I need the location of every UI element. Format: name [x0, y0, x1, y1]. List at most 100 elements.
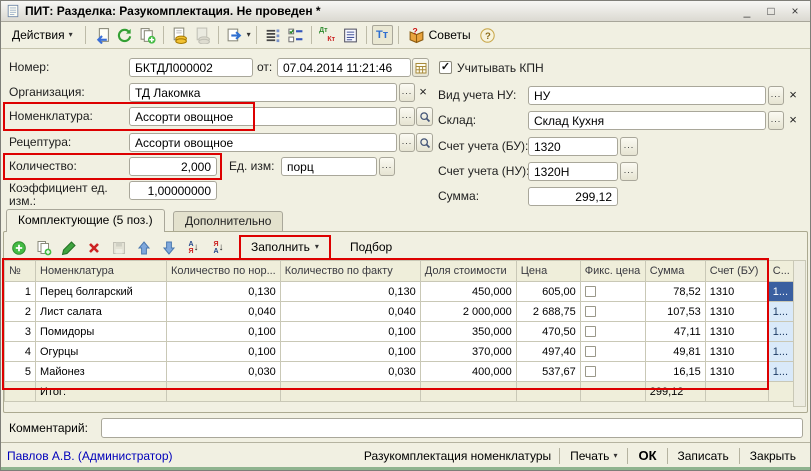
recipe-input[interactable]: Ассорти овощное — [129, 133, 397, 152]
column-header[interactable]: Цена — [516, 261, 580, 282]
cell-qty-norm[interactable]: 0,100 — [167, 322, 281, 342]
cell-account-bu[interactable]: 1310 — [705, 342, 768, 362]
close-button[interactable]: × — [785, 3, 805, 19]
move-up-icon[interactable] — [133, 238, 154, 258]
fixed-price-checkbox[interactable] — [585, 346, 596, 357]
fixed-price-checkbox[interactable] — [585, 366, 596, 377]
column-header[interactable]: Количество по нор... — [167, 261, 281, 282]
table-scrollbar[interactable] — [793, 260, 806, 407]
column-header[interactable]: Фикс. цена — [580, 261, 645, 282]
cell-account-nu[interactable]: 1... — [768, 342, 794, 362]
nu-kind-clear-icon[interactable]: × — [786, 86, 800, 105]
column-header[interactable]: № — [5, 261, 36, 282]
cell-sum[interactable]: 78,52 — [645, 282, 705, 302]
list-settings-icon[interactable] — [262, 25, 283, 45]
current-user-link[interactable]: Павлов А.В. (Администратор) — [7, 449, 173, 463]
cell-qty-fact[interactable]: 0,030 — [280, 362, 420, 382]
date-input[interactable]: 07.04.2014 11:21:46 — [277, 58, 411, 77]
fixed-price-checkbox[interactable] — [585, 286, 596, 297]
column-header[interactable]: Сумма — [645, 261, 705, 282]
cell-account-bu[interactable]: 1310 — [705, 362, 768, 382]
nu-kind-input[interactable]: НУ — [528, 86, 766, 105]
sort-asc-icon[interactable]: АЯ ↓ — [183, 238, 204, 258]
account-nu-input[interactable]: 1320Н — [528, 162, 618, 181]
ok-button[interactable]: ОК — [630, 445, 664, 466]
cell-num[interactable]: 4 — [5, 342, 36, 362]
pick-button[interactable]: Подбор — [341, 238, 401, 257]
cell-account-nu[interactable]: 1... — [768, 302, 794, 322]
column-header[interactable]: С... — [768, 261, 794, 282]
cell-account-nu[interactable]: 1... — [768, 282, 794, 302]
nomenclature-input[interactable]: Ассорти овощное — [129, 107, 397, 126]
post-document-icon[interactable] — [169, 25, 190, 45]
cell-sum[interactable]: 47,11 — [645, 322, 705, 342]
cell-price[interactable]: 537,67 — [516, 362, 580, 382]
cell-price[interactable]: 497,40 — [516, 342, 580, 362]
maximize-button[interactable]: □ — [761, 3, 781, 19]
quantity-input[interactable]: 2,000 — [129, 157, 217, 176]
coefficient-input[interactable]: 1,00000000 — [129, 181, 217, 200]
add-row-icon[interactable] — [8, 238, 29, 258]
fixed-price-checkbox[interactable] — [585, 306, 596, 317]
cell-qty-norm[interactable]: 0,100 — [167, 342, 281, 362]
table-row[interactable]: 4 Огурцы 0,100 0,100 370,000 497,40 49,8… — [5, 342, 795, 362]
column-header[interactable]: Счет (БУ) — [705, 261, 768, 282]
calendar-button[interactable] — [412, 58, 429, 77]
cell-account-nu[interactable]: 1... — [768, 322, 794, 342]
cell-share[interactable]: 450,000 — [420, 282, 516, 302]
warehouse-input[interactable]: Склад Кухня — [528, 111, 766, 130]
nomenclature-select-button[interactable]: ... — [399, 107, 415, 126]
cell-num[interactable]: 3 — [5, 322, 36, 342]
advice-button[interactable]: ? Советы — [404, 27, 475, 44]
minimize-button[interactable]: _ — [737, 3, 757, 19]
cell-qty-fact[interactable]: 0,100 — [280, 322, 420, 342]
organization-clear-icon[interactable]: × — [416, 83, 430, 102]
reread-icon[interactable] — [91, 25, 112, 45]
recipe-open-button[interactable] — [416, 133, 433, 152]
cell-share[interactable]: 400,000 — [420, 362, 516, 382]
refresh-icon[interactable] — [114, 25, 135, 45]
cell-price[interactable]: 605,00 — [516, 282, 580, 302]
fill-button[interactable]: Заполнить ▾ — [242, 238, 328, 257]
unit-input[interactable]: порц — [281, 157, 377, 176]
text-highlight-toggle-icon[interactable]: Тт — [372, 25, 393, 45]
actions-menu-button[interactable]: Действия ▾ — [5, 25, 80, 45]
cell-sum[interactable]: 16,15 — [645, 362, 705, 382]
cell-name[interactable]: Перец болгарский — [36, 282, 167, 302]
cell-qty-fact[interactable]: 0,130 — [280, 282, 420, 302]
copy-document-icon[interactable] — [137, 25, 158, 45]
cell-sum[interactable]: 107,53 — [645, 302, 705, 322]
cell-qty-fact[interactable]: 0,040 — [280, 302, 420, 322]
nu-kind-select-button[interactable]: ... — [768, 86, 784, 105]
cell-num[interactable]: 2 — [5, 302, 36, 322]
organization-select-button[interactable]: ... — [399, 83, 415, 102]
column-header[interactable]: Количество по факту — [280, 261, 420, 282]
print-button[interactable]: Печать ▾ — [562, 446, 625, 466]
delete-row-icon[interactable] — [83, 238, 104, 258]
save-button[interactable]: Записать — [670, 446, 737, 466]
unit-select-button[interactable]: ... — [379, 157, 395, 176]
recipe-select-button[interactable]: ... — [399, 133, 415, 152]
account-bu-select-button[interactable]: ... — [620, 137, 638, 156]
column-header[interactable]: Номенклатура — [36, 261, 167, 282]
cell-price[interactable]: 470,50 — [516, 322, 580, 342]
table-row[interactable]: 1 Перец болгарский 0,130 0,130 450,000 6… — [5, 282, 795, 302]
cell-qty-fact[interactable]: 0,100 — [280, 342, 420, 362]
table-row[interactable]: 2 Лист салата 0,040 0,040 2 000,000 2 68… — [5, 302, 795, 322]
fixed-price-checkbox[interactable] — [585, 326, 596, 337]
warehouse-select-button[interactable]: ... — [768, 111, 784, 130]
account-nu-select-button[interactable]: ... — [620, 162, 638, 181]
sum-input[interactable]: 299,12 — [528, 187, 618, 206]
cell-name[interactable]: Огурцы — [36, 342, 167, 362]
cell-num[interactable]: 5 — [5, 362, 36, 382]
debit-credit-icon[interactable]: ДтКт — [317, 25, 338, 45]
cell-name[interactable]: Лист салата — [36, 302, 167, 322]
cell-name[interactable]: Майонез — [36, 362, 167, 382]
cell-share[interactable]: 350,000 — [420, 322, 516, 342]
document-register-icon[interactable] — [340, 25, 361, 45]
cell-account-bu[interactable]: 1310 — [705, 282, 768, 302]
edit-row-icon[interactable] — [58, 238, 79, 258]
help-icon[interactable]: ? — [477, 25, 498, 45]
table-row[interactable]: 5 Майонез 0,030 0,030 400,000 537,67 16,… — [5, 362, 795, 382]
cell-account-nu[interactable]: 1... — [768, 362, 794, 382]
